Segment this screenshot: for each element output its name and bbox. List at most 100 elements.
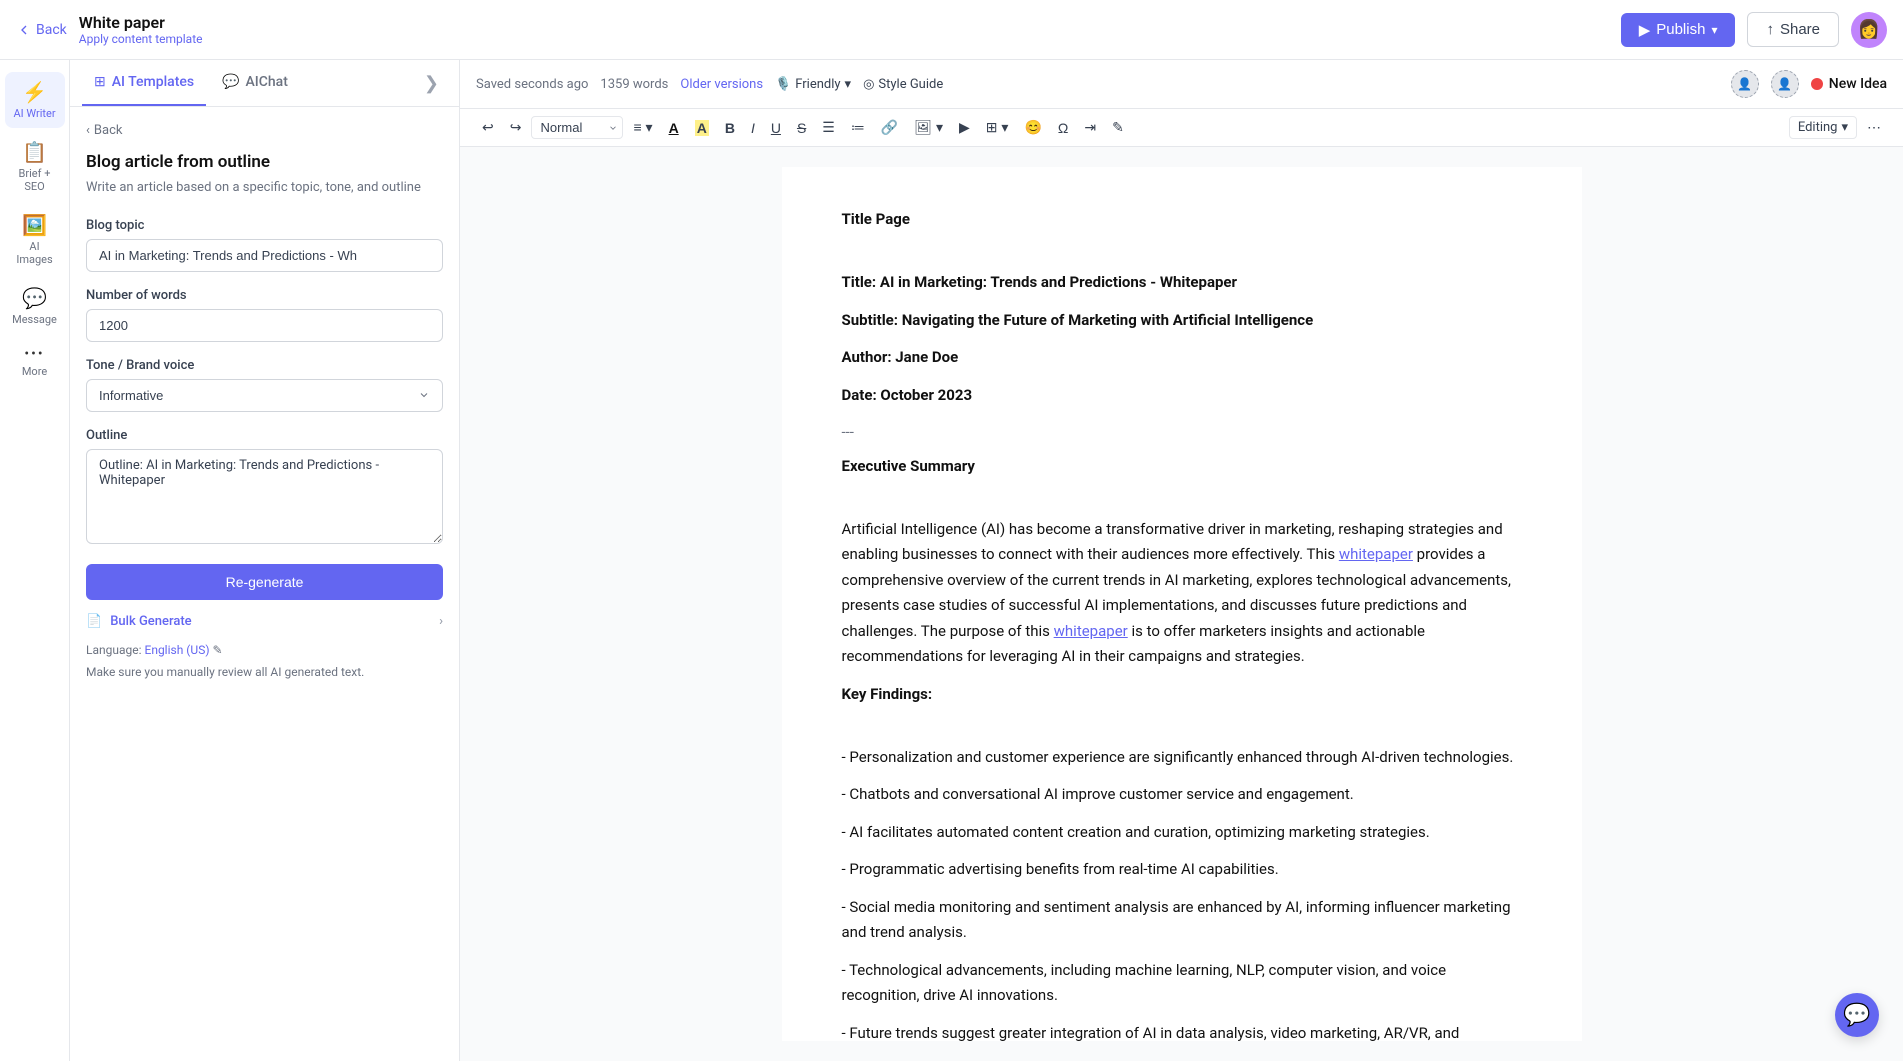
ordered-list-button[interactable]: ≔ (845, 115, 871, 140)
collab-avatar-2: 👤 (1771, 70, 1799, 98)
icon-sidebar: ⚡ AI Writer 📋 Brief + SEO 🖼️ AI Images 💬… (0, 60, 70, 1061)
style-guide-button[interactable]: ◎ Style Guide (863, 77, 943, 92)
whitepaper-link-2[interactable]: whitepaper (1054, 622, 1128, 640)
tab-ai-templates[interactable]: ⊞ AI Templates (82, 60, 206, 106)
language-link[interactable]: English (US) (145, 643, 210, 657)
link-button[interactable]: 🔗 (875, 115, 904, 140)
finding-1: - Personalization and customer experienc… (842, 745, 1522, 771)
image-button[interactable]: 🖼 ▾ (908, 115, 949, 140)
doc-subtitle: Subtitle: Navigating the Future of Marke… (842, 311, 1314, 329)
words-label: Number of words (86, 288, 443, 303)
panel-collapse-button[interactable]: ❯ (416, 60, 447, 106)
ai-chat-icon: 💬 (222, 74, 239, 90)
whitepaper-link-1[interactable]: whitepaper (1339, 545, 1413, 563)
finding-7: - Future trends suggest greater integrat… (842, 1021, 1522, 1042)
main-layout: ⚡ AI Writer 📋 Brief + SEO 🖼️ AI Images 💬… (0, 60, 1903, 1061)
sidebar-item-brief-seo[interactable]: 📋 Brief + SEO (5, 132, 65, 201)
new-idea-dot (1811, 78, 1823, 90)
editor-content[interactable]: Title Page Title: AI in Marketing: Trend… (782, 167, 1582, 1041)
highlight-button[interactable]: A (689, 116, 715, 140)
panel-tabs: ⊞ AI Templates 💬 AIChat ❯ (70, 60, 459, 107)
edit-language-icon[interactable]: ✎ (212, 643, 222, 657)
bold-button[interactable]: B (719, 116, 741, 140)
template-description: Write an article based on a specific top… (86, 178, 443, 198)
template-back-link[interactable]: ‹ Back (86, 123, 443, 138)
indent-button[interactable]: ⇥ (1078, 115, 1102, 140)
sidebar-item-ai-writer[interactable]: ⚡ AI Writer (5, 72, 65, 128)
chat-fab-button[interactable]: 💬 (1835, 993, 1879, 1037)
bullet-list-button[interactable]: ☰ (816, 115, 841, 140)
brief-seo-icon: 📋 (22, 140, 47, 164)
align-button[interactable]: ≡ ▾ (627, 115, 658, 140)
back-arrow-icon: ‹ (86, 123, 90, 138)
finding-2: - Chatbots and conversational AI improve… (842, 782, 1522, 808)
more-options-button[interactable]: ⋯ (1861, 115, 1887, 140)
outdent-button[interactable]: ✎ (1106, 115, 1130, 140)
editing-mode-button[interactable]: Editing ▾ (1789, 116, 1857, 139)
bulk-generate-arrow-icon: › (439, 614, 443, 629)
bulk-generate-row[interactable]: 📄 Bulk Generate › (86, 614, 443, 629)
sidebar-item-message[interactable]: 💬 Message (5, 278, 65, 334)
emoji-button[interactable]: 😊 (1018, 115, 1047, 140)
new-idea-button[interactable]: New Idea (1811, 76, 1887, 92)
doc-date: Date: October 2023 (842, 386, 973, 404)
tone-mic-icon: 🎙️ (775, 77, 791, 92)
doc-title: Title: AI in Marketing: Trends and Predi… (842, 273, 1238, 291)
apply-template-link[interactable]: Apply content template (79, 32, 203, 46)
words-input[interactable] (86, 309, 443, 342)
bulk-generate-icon: 📄 (86, 614, 102, 629)
ai-writer-icon: ⚡ (22, 80, 47, 104)
share-button[interactable]: ↑ Share (1747, 12, 1839, 47)
tab-ai-chat[interactable]: 💬 AIChat (210, 60, 300, 106)
sidebar-item-more[interactable]: ••• More (5, 338, 65, 386)
finding-5: - Social media monitoring and sentiment … (842, 895, 1522, 946)
editor-toolbar: ↩ ↪ Normal Heading 1 Heading 2 Heading 3… (460, 109, 1903, 147)
exec-summary-heading: Executive Summary (842, 457, 975, 475)
tone-chevron-icon: ▾ (845, 77, 852, 92)
title-page-heading: Title Page (842, 210, 910, 228)
outline-textarea[interactable]: Outline: AI in Marketing: Trends and Pre… (86, 449, 443, 544)
disclaimer-text: Make sure you manually review all AI gen… (86, 663, 443, 681)
document-title: White paper (79, 13, 203, 32)
panel-content: ‹ Back Blog article from outline Write a… (70, 107, 459, 1061)
special-char-button[interactable]: Ω (1052, 116, 1074, 140)
key-findings-heading: Key Findings: (842, 685, 933, 703)
sidebar-item-ai-images[interactable]: 🖼️ AI Images (5, 205, 65, 274)
finding-4: - Programmatic advertising benefits from… (842, 857, 1522, 883)
format-select[interactable]: Normal Heading 1 Heading 2 Heading 3 (531, 116, 623, 139)
doc-divider: --- (842, 420, 1522, 446)
editor-area: Saved seconds ago 1359 words Older versi… (460, 60, 1903, 1061)
blog-topic-input[interactable] (86, 239, 443, 272)
tone-button[interactable]: 🎙️ Friendly ▾ (775, 77, 851, 92)
text-color-button[interactable]: A (663, 116, 685, 140)
publish-button[interactable]: ▶ Publish ▾ (1621, 13, 1736, 47)
tone-label: Tone / Brand voice (86, 358, 443, 373)
editor-topbar: Saved seconds ago 1359 words Older versi… (460, 60, 1903, 109)
outline-label: Outline (86, 428, 443, 443)
play-button[interactable]: ▶ (953, 115, 976, 140)
finding-3: - AI facilitates automated content creat… (842, 820, 1522, 846)
ai-images-icon: 🖼️ (22, 213, 47, 237)
table-button[interactable]: ⊞ ▾ (980, 115, 1015, 140)
topbar-right: 👤 👤 New Idea (1731, 70, 1887, 98)
strikethrough-button[interactable]: S (791, 116, 812, 140)
older-versions-link[interactable]: Older versions (680, 77, 763, 92)
saved-label: Saved seconds ago (476, 77, 588, 92)
italic-button[interactable]: I (745, 116, 761, 140)
editor-wrapper: Title Page Title: AI in Marketing: Trend… (460, 147, 1903, 1061)
undo-button[interactable]: ↩ (476, 115, 500, 140)
ai-templates-icon: ⊞ (94, 74, 106, 90)
left-panel: ⊞ AI Templates 💬 AIChat ❯ ‹ Back Blog ar… (70, 60, 460, 1061)
back-button[interactable]: Back (16, 22, 67, 38)
top-header: Back White paper Apply content template … (0, 0, 1903, 60)
redo-button[interactable]: ↪ (504, 115, 528, 140)
language-row: Language: English (US) ✎ (86, 643, 443, 657)
exec-para-1: Artificial Intelligence (AI) has become … (842, 517, 1522, 670)
share-icon: ↑ (1766, 21, 1774, 38)
editing-chevron-icon: ▾ (1841, 120, 1848, 135)
publish-chevron-icon: ▾ (1711, 23, 1717, 37)
regenerate-button[interactable]: Re-generate (86, 564, 443, 600)
tone-select[interactable]: Informative Friendly Professional Casual… (86, 379, 443, 412)
user-avatar[interactable]: 👩 (1851, 12, 1887, 48)
underline-button[interactable]: U (765, 116, 787, 140)
